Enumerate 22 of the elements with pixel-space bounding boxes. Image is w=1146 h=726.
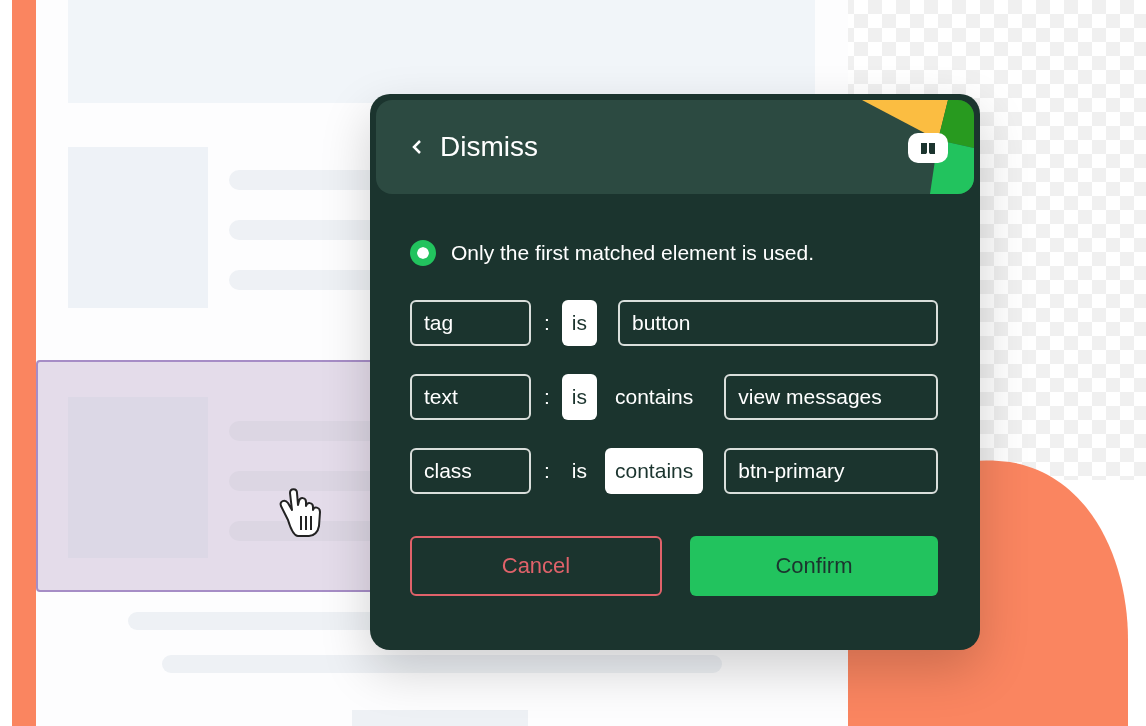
operator-option[interactable]: contains <box>605 374 704 420</box>
operator-option[interactable]: contains <box>605 448 704 494</box>
attribute-field[interactable]: tag <box>410 300 531 346</box>
cancel-button[interactable]: Cancel <box>410 536 662 596</box>
dialog-title: Dismiss <box>440 131 538 163</box>
back-chevron-icon[interactable] <box>412 139 422 155</box>
hand-cursor-icon <box>279 488 321 537</box>
attribute-field[interactable]: text <box>410 374 531 420</box>
notice-text: Only the first matched element is used. <box>451 241 814 265</box>
confirm-button[interactable]: Confirm <box>690 536 938 596</box>
operator-option[interactable]: is <box>561 448 597 494</box>
operator-option[interactable]: is <box>561 374 597 420</box>
value-field[interactable]: view messages <box>724 374 938 420</box>
book-icon[interactable] <box>908 133 948 163</box>
radio-button[interactable] <box>410 240 436 266</box>
operator-option[interactable]: is <box>561 300 597 346</box>
colon-separator: : <box>544 385 550 409</box>
attribute-field[interactable]: class <box>410 448 531 494</box>
colon-separator: : <box>544 311 550 335</box>
colon-separator: : <box>544 459 550 483</box>
value-field[interactable]: button <box>618 300 938 346</box>
value-field[interactable]: btn-primary <box>724 448 938 494</box>
